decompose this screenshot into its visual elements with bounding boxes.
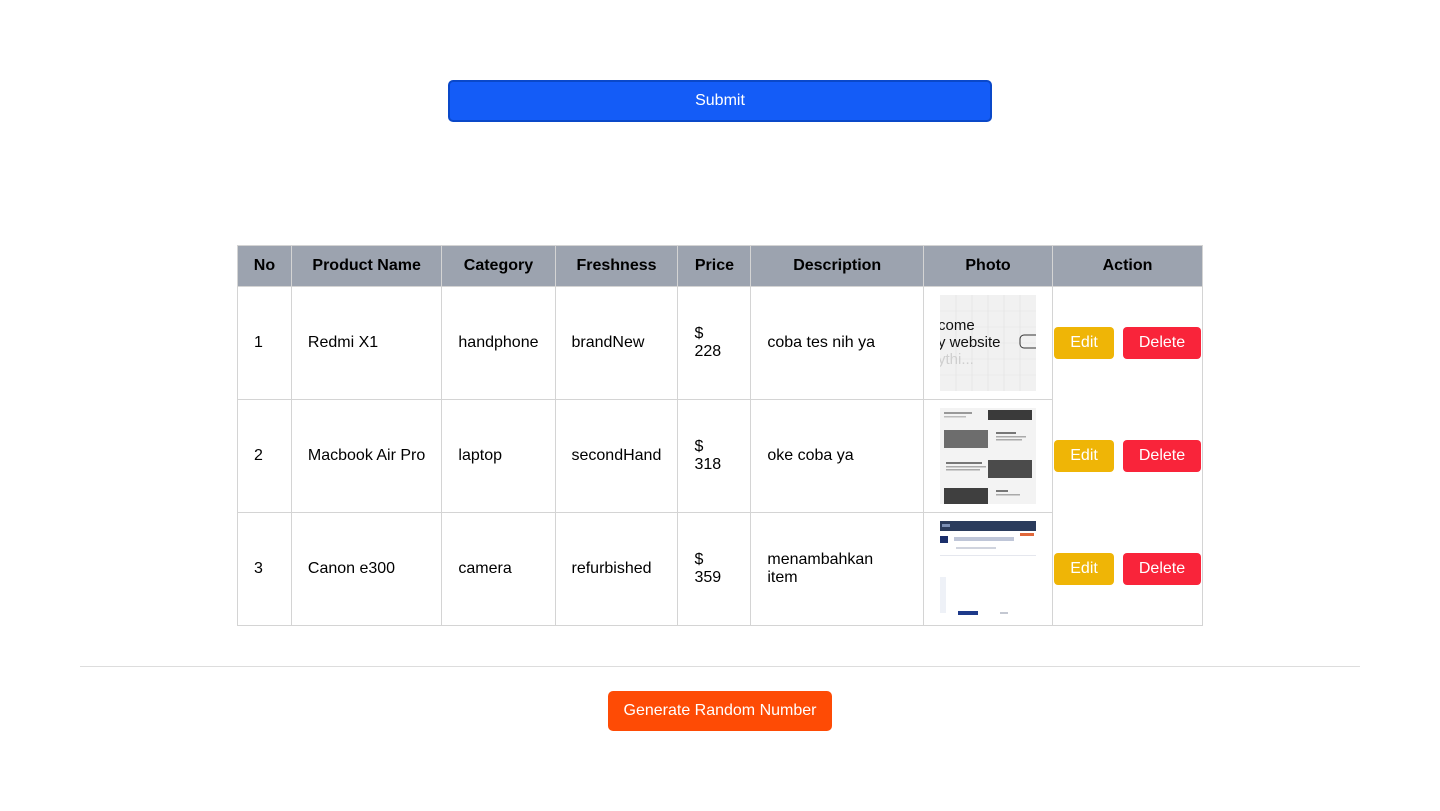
product-photo-image [940, 521, 1037, 617]
cell-product-name: Canon e300 [290, 512, 443, 626]
product-photo [940, 408, 1037, 504]
submit-button[interactable]: Submit [448, 80, 992, 122]
cell-category: camera [441, 512, 556, 626]
table-row: 2 Macbook Air Pro laptop secondHand $ 31… [237, 399, 1203, 513]
cell-action: Edit Delete [1052, 512, 1203, 626]
cell-price: $ 318 [677, 399, 752, 513]
cell-photo [923, 399, 1054, 513]
cell-photo: come y website ythi... [923, 286, 1054, 400]
product-photo: come y website ythi... [940, 295, 1037, 391]
header-description: Description [750, 245, 925, 287]
delete-button[interactable]: Delete [1123, 327, 1201, 360]
cell-no: 2 [237, 399, 292, 513]
product-table: No Product Name Category Freshness Price… [237, 245, 1203, 626]
cell-action: Edit Delete [1052, 399, 1203, 513]
cell-photo [923, 512, 1054, 626]
generate-random-number-button[interactable]: Generate Random Number [608, 691, 832, 731]
cell-no: 3 [237, 512, 292, 626]
product-photo-image [940, 408, 1037, 504]
cell-category: laptop [441, 399, 556, 513]
header-action: Action [1052, 245, 1203, 287]
edit-button[interactable]: Edit [1054, 327, 1115, 360]
divider [80, 666, 1360, 667]
edit-button[interactable]: Edit [1054, 440, 1115, 472]
cell-description: coba tes nih ya [750, 286, 925, 400]
cell-category: handphone [441, 286, 556, 400]
product-photo-image: come y website ythi... [940, 295, 1037, 391]
header-photo: Photo [923, 245, 1054, 287]
cell-description: menambahkan item [750, 512, 925, 626]
header-category: Category [441, 245, 556, 287]
edit-button[interactable]: Edit [1054, 552, 1115, 585]
page: Submit No Product Name Category Freshnes… [0, 0, 1440, 811]
product-photo [940, 521, 1037, 617]
header-product-name: Product Name [290, 245, 443, 287]
delete-button[interactable]: Delete [1123, 440, 1201, 472]
cell-price: $ 359 [677, 512, 752, 626]
cell-freshness: refurbished [554, 512, 679, 626]
header-price: Price [677, 245, 752, 287]
cell-product-name: Redmi X1 [290, 286, 443, 400]
table-header-row: No Product Name Category Freshness Price… [237, 245, 1203, 287]
header-no: No [237, 245, 292, 287]
svg-text:ythi...: ythi... [940, 351, 974, 368]
delete-button[interactable]: Delete [1123, 552, 1201, 585]
svg-text:come: come [940, 317, 975, 334]
cell-freshness: brandNew [554, 286, 679, 400]
cell-freshness: secondHand [554, 399, 679, 513]
cell-product-name: Macbook Air Pro [290, 399, 443, 513]
cell-no: 1 [237, 286, 292, 400]
table-row: 3 Canon e300 camera refurbished $ 359 me… [237, 512, 1203, 626]
cell-action: Edit Delete [1052, 286, 1203, 400]
cell-description: oke coba ya [750, 399, 925, 513]
cell-price: $ 228 [677, 286, 752, 400]
header-freshness: Freshness [554, 245, 679, 287]
svg-text:y website: y website [940, 334, 1001, 351]
table-row: 1 Redmi X1 handphone brandNew $ 228 coba… [237, 286, 1203, 400]
